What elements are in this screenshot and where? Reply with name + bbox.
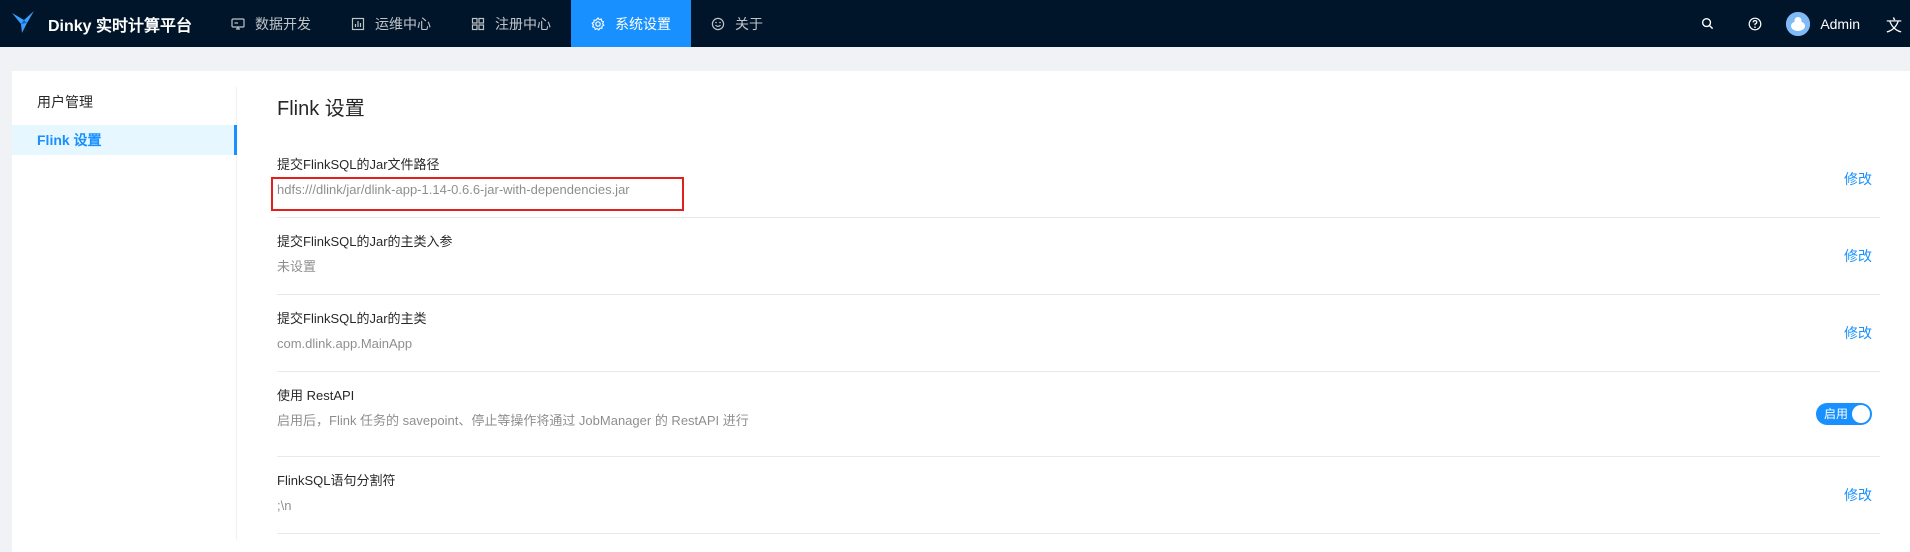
nav-item-registry[interactable]: 注册中心 — [451, 0, 571, 47]
edit-link[interactable]: 修改 — [1844, 323, 1872, 343]
main-nav: 数据开发 运维中心 注册中心 系统设置 关于 — [211, 0, 783, 47]
page-title: Flink 设置 — [277, 98, 365, 120]
nav-item-ops-center[interactable]: 运维中心 — [331, 0, 451, 47]
bird-logo-icon — [10, 7, 38, 40]
chart-box-icon — [351, 17, 365, 31]
desktop-icon — [231, 17, 245, 31]
toggle-knob — [1852, 405, 1870, 423]
nav-item-label: 注册中心 — [495, 15, 551, 32]
toggle-label: 启用 — [1824, 407, 1849, 421]
nav-item-label: 关于 — [735, 15, 763, 32]
setting-row-jar-main-class: 提交FlinkSQL的Jar的主类 com.dlink.app.MainApp … — [277, 295, 1880, 372]
edit-link[interactable]: 修改 — [1844, 169, 1872, 189]
setting-title: 提交FlinkSQL的Jar的主类入参 — [277, 234, 453, 249]
header-right-tools: Admin 文 — [1684, 0, 1910, 47]
user-name: Admin — [1820, 15, 1860, 32]
help-icon[interactable] — [1731, 0, 1778, 47]
avatar — [1786, 11, 1811, 36]
settings-main: Flink 设置 提交FlinkSQL的Jar文件路径 hdfs:///dlin… — [271, 95, 1880, 534]
search-icon[interactable] — [1684, 0, 1731, 47]
setting-title: 提交FlinkSQL的Jar文件路径 — [277, 157, 440, 172]
sidebar-item-flink-settings[interactable]: Flink 设置 — [12, 125, 237, 155]
nav-item-label: 数据开发 — [255, 15, 311, 32]
setting-title: 使用 RestAPI — [277, 388, 355, 403]
red-highlight-box — [271, 177, 684, 211]
setting-value: 未设置 — [277, 259, 317, 274]
setting-row-sql-separator: FlinkSQL语句分割符 ;\n 修改 — [277, 457, 1880, 534]
sidebar-item-user-management[interactable]: 用户管理 — [12, 87, 236, 117]
setting-title: 提交FlinkSQL的Jar的主类 — [277, 311, 427, 326]
setting-value: 启用后，Flink 任务的 savepoint、停止等操作将通过 JobMana… — [277, 413, 749, 428]
nav-item-about[interactable]: 关于 — [691, 0, 783, 47]
setting-row-jar-main-args: 提交FlinkSQL的Jar的主类入参 未设置 修改 — [277, 218, 1880, 295]
nav-item-data-dev[interactable]: 数据开发 — [211, 0, 331, 47]
setting-row-jar-path: 提交FlinkSQL的Jar文件路径 hdfs:///dlink/jar/dli… — [271, 141, 1880, 218]
language-switch-icon[interactable]: 文 — [1870, 0, 1910, 47]
settings-sidebar: 用户管理 Flink 设置 — [12, 87, 237, 540]
nav-item-label: 系统设置 — [615, 15, 671, 32]
app-logo[interactable]: Dinky 实时计算平台 — [0, 0, 211, 47]
edit-link[interactable]: 修改 — [1844, 485, 1872, 505]
settings-card: 用户管理 Flink 设置 Flink 设置 提交FlinkSQL的Jar文件路… — [12, 71, 1910, 552]
setting-title: FlinkSQL语句分割符 — [277, 473, 396, 488]
top-header: Dinky 实时计算平台 数据开发 运维中心 注册中心 系统设置 关于 Admi… — [0, 0, 1910, 47]
language-glyph: 文 — [1886, 17, 1903, 35]
restapi-toggle[interactable]: 启用 — [1816, 403, 1872, 425]
setting-value: ;\n — [277, 498, 292, 513]
edit-link[interactable]: 修改 — [1844, 246, 1872, 266]
nav-item-system-settings[interactable]: 系统设置 — [571, 0, 691, 47]
user-menu[interactable]: Admin — [1778, 0, 1870, 47]
gear-icon — [591, 16, 605, 31]
app-title: Dinky 实时计算平台 — [48, 17, 193, 35]
setting-row-use-restapi: 使用 RestAPI 启用后，Flink 任务的 savepoint、停止等操作… — [277, 372, 1880, 457]
appstore-icon — [471, 17, 485, 31]
smile-icon — [711, 17, 725, 31]
nav-item-label: 运维中心 — [375, 15, 431, 32]
setting-value: com.dlink.app.MainApp — [277, 336, 413, 351]
